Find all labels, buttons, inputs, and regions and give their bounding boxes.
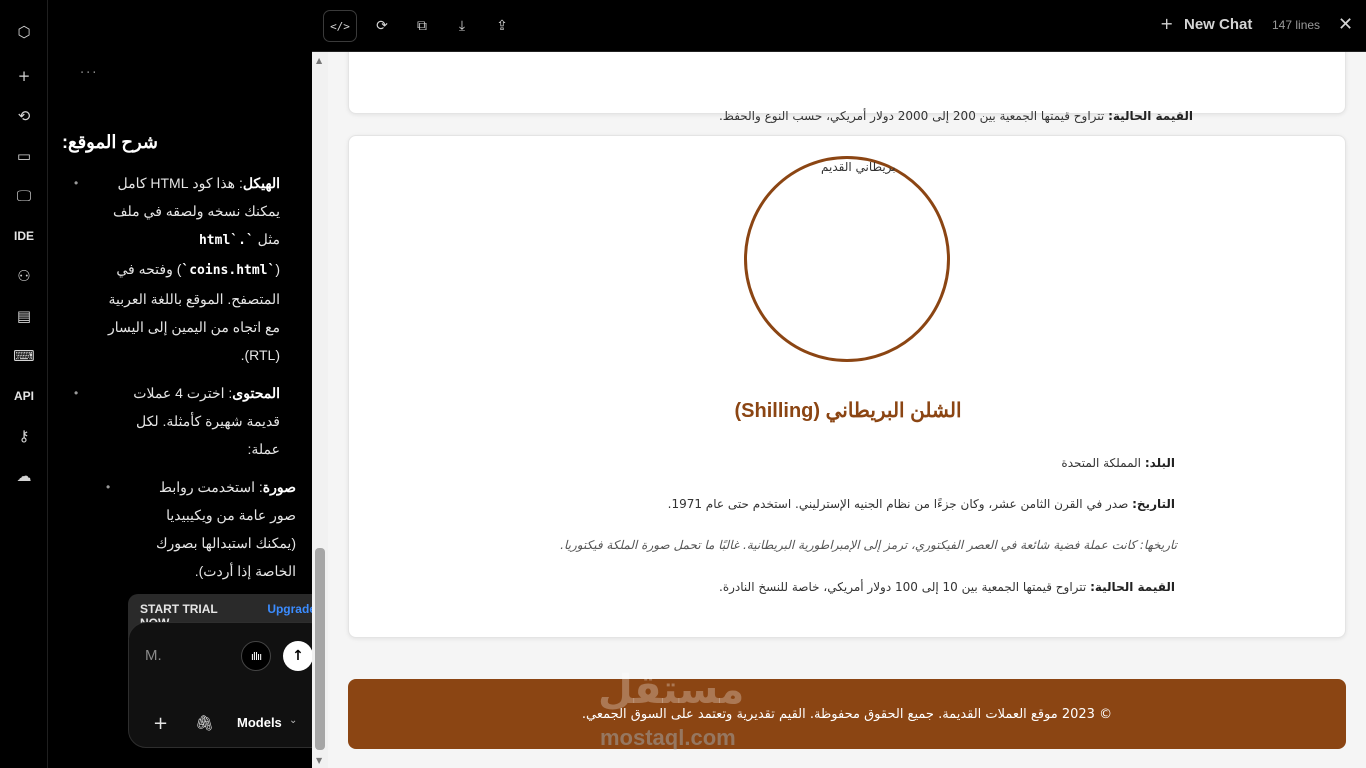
document-icon[interactable]: ▤: [0, 301, 48, 331]
chat-panel: ··· شرح الموقع: الهيكل: هذا كود HTML كام…: [48, 0, 312, 768]
coin-image: [744, 156, 950, 362]
list-item: الهيكل: هذا كود HTML كامل يمكنك نسخه ولص…: [62, 169, 300, 369]
browser-icon[interactable]: ▭: [0, 141, 48, 171]
inline-code: `.html`: [198, 233, 254, 248]
scroll-down-arrow-icon[interactable]: ▼: [316, 756, 322, 765]
list-item: المحتوى: اخترت 4 عملات قديمة شهيرة كأمثل…: [62, 379, 300, 463]
chat-list: الهيكل: هذا كود HTML كامل يمكنك نسخه ولص…: [62, 169, 300, 585]
list-item-bold: الهيكل: [242, 175, 280, 191]
chat-message: شرح الموقع: الهيكل: هذا كود HTML كامل يم…: [62, 132, 300, 595]
history-icon[interactable]: ⟲: [0, 101, 48, 131]
footer-text: © 2023 موقع العملات القديمة. جميع الحقوق…: [581, 706, 1113, 722]
icon-rail: ⬡ + ⟲ ▭ 🖵 IDE ⚇ ▤ ⌨ API ⚷ ☁: [0, 0, 48, 768]
paperclip-icon[interactable]: 🖇: [195, 714, 214, 732]
refresh-icon[interactable]: ⟳: [365, 10, 399, 42]
coin-card: بريطاني القديم الشلن البريطاني (Shilling…: [348, 135, 1346, 638]
new-chat-button[interactable]: New Chat: [1184, 16, 1252, 33]
list-item: صورة: استخدمت روابط صور عامة من ويكيبيدي…: [62, 473, 300, 585]
new-chat-plus-icon[interactable]: +: [1160, 14, 1173, 33]
date-text: صدر في القرن الثامن عشر، وكان جزءًا من ن…: [667, 497, 1133, 511]
website-preview: القيمة الحالية: تتراوح قيمتها الجمعية بي…: [328, 52, 1366, 768]
coin-card: القيمة الحالية: تتراوح قيمتها الجمعية بي…: [348, 52, 1346, 123]
coin-history: تاريخها: كانت عملة فضية شائعة في العصر ا…: [560, 538, 1177, 552]
value-label: القيمة الحالية:: [1090, 580, 1175, 594]
value-label: القيمة الحالية:: [1108, 109, 1193, 123]
value-text: تتراوح قيمتها الجمعية بين 10 إلى 100 دول…: [719, 580, 1091, 594]
more-dots-icon[interactable]: ···: [80, 66, 98, 81]
date-label: التاريخ:: [1132, 497, 1175, 511]
keyboard-icon[interactable]: ⌨: [0, 341, 48, 371]
share-icon[interactable]: ⇪: [485, 10, 519, 42]
attach-plus-icon[interactable]: +: [153, 713, 168, 734]
scroll-up-arrow-icon[interactable]: ▲: [316, 56, 322, 65]
coin-value: القيمة الحالية: تتراوح قيمتها الجمعية بي…: [719, 109, 1193, 123]
coin-value: القيمة الحالية: تتراوح قيمتها الجمعية بي…: [719, 580, 1175, 594]
message-input[interactable]: [145, 647, 235, 664]
hexagon-logo-icon[interactable]: ⬡: [0, 17, 48, 47]
code-view-icon[interactable]: </>: [323, 10, 357, 42]
inline-code: `coins.html`: [181, 263, 276, 278]
coin-image-alt: بريطاني القديم: [821, 160, 896, 174]
country-label: البلد:: [1144, 456, 1175, 470]
chevron-down-icon[interactable]: ⌄: [289, 715, 297, 726]
chat-heading: شرح الموقع:: [62, 132, 159, 152]
close-icon[interactable]: ✕: [1338, 14, 1353, 35]
ide-icon[interactable]: IDE: [0, 221, 48, 251]
site-footer: © 2023 موقع العملات القديمة. جميع الحقوق…: [348, 679, 1346, 749]
voice-input-button[interactable]: ıllıı: [241, 641, 271, 671]
list-item-bold: صورة: [262, 479, 296, 495]
coin-date: التاريخ: صدر في القرن الثامن عشر، وكان ج…: [668, 497, 1175, 511]
send-button[interactable]: ↑: [283, 641, 312, 671]
download-icon[interactable]: ⤓: [445, 10, 479, 42]
line-count: 147 lines: [1272, 18, 1321, 32]
users-icon[interactable]: ⚇: [0, 261, 48, 291]
copy-icon[interactable]: ⧉: [405, 10, 439, 42]
cloud-icon[interactable]: ☁: [0, 461, 48, 491]
coin-title: الشلن البريطاني (Shilling): [734, 400, 962, 422]
message-composer: ıllıı ↑ + 🖇 Models ⌄: [128, 622, 312, 748]
country-text: المملكة المتحدة: [1061, 456, 1145, 470]
list-item-bold: المحتوى: [232, 385, 280, 401]
scrollbar-thumb[interactable]: [315, 548, 325, 750]
models-selector[interactable]: Models: [237, 715, 282, 730]
plus-icon[interactable]: +: [0, 61, 48, 91]
preview-toolbar: </> ⟳ ⧉ ⤓ ⇪ + New Chat 147 lines ✕: [312, 0, 1366, 52]
monitor-icon[interactable]: 🖵: [0, 181, 48, 211]
value-text: تتراوح قيمتها الجمعية بين 200 إلى 2000 د…: [718, 109, 1109, 123]
coin-country: البلد: المملكة المتحدة: [1061, 456, 1175, 470]
key-icon[interactable]: ⚷: [0, 421, 48, 451]
api-icon[interactable]: API: [0, 381, 48, 411]
start-trial-link[interactable]: START TRIAL NOW: [140, 602, 230, 624]
